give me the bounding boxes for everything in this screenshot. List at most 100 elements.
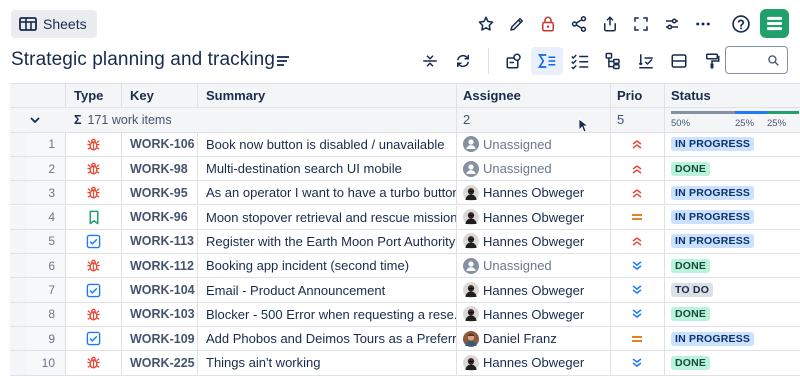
type-cell[interactable] [66, 181, 122, 206]
status-cell[interactable]: IN PROGRESS [665, 206, 800, 230]
summary-cell[interactable]: Email - Product Announcement [198, 278, 457, 303]
checklist-icon[interactable] [564, 47, 596, 75]
prio-cell[interactable] [611, 156, 665, 182]
key-cell[interactable]: WORK-106 [122, 132, 198, 157]
status-cell[interactable]: DONE [665, 303, 800, 327]
assignee-cell[interactable]: Hannes Obweger [457, 205, 611, 230]
issue-key-link[interactable]: WORK-96 [130, 210, 188, 224]
key-cell[interactable]: WORK-103 [122, 302, 198, 327]
type-cell[interactable] [66, 327, 122, 352]
table-row[interactable]: 8 WORK-103 Blocker - 500 Error when reques… [10, 302, 800, 327]
summary-cell[interactable]: Register with the Earth Moon Port Author… [198, 229, 457, 255]
fullscreen-icon[interactable] [625, 10, 656, 38]
summary-cell[interactable]: Booking app incident (second time) [198, 254, 457, 279]
row-gutter[interactable] [10, 181, 26, 206]
summary-cell[interactable]: Multi-destination search UI mobile [198, 156, 457, 182]
lock-icon[interactable] [532, 10, 563, 38]
hierarchy-icon[interactable] [597, 47, 629, 75]
summary-cell[interactable]: Add Phobos and Deimos Tours as a Preferr… [198, 327, 457, 352]
prio-cell[interactable] [611, 351, 665, 376]
assignee-cell[interactable]: Hannes Obweger [457, 229, 611, 255]
row-gutter[interactable] [10, 156, 26, 182]
summary-cell[interactable]: Moon stopover retrieval and rescue missi… [198, 205, 457, 230]
status-cell[interactable]: IN PROGRESS [665, 133, 800, 157]
key-cell[interactable]: WORK-95 [122, 181, 198, 206]
table-row[interactable]: 3 WORK-95 As an operator I want to have a … [10, 181, 800, 206]
assignee-cell[interactable]: Hannes Obweger [457, 181, 611, 206]
table-row[interactable]: 9 WORK-109 Add Phobos and Deimos Tours as … [10, 327, 800, 352]
pencil-icon[interactable] [501, 10, 532, 38]
prio-cell[interactable] [611, 302, 665, 327]
table-row[interactable]: 5 WORK-113 Register with the Earth Moon Po… [10, 229, 800, 255]
type-cell[interactable] [66, 278, 122, 303]
issue-key-link[interactable]: WORK-104 [130, 283, 195, 297]
key-cell[interactable]: WORK-109 [122, 327, 198, 352]
prio-cell[interactable] [611, 181, 665, 206]
table-row[interactable]: 6 WORK-112 Booking app incident (second ti… [10, 254, 800, 279]
prio-cell[interactable] [611, 132, 665, 157]
share-icon[interactable] [563, 10, 594, 38]
assignee-cell[interactable]: Hannes Obweger [457, 278, 611, 303]
format-painter-icon[interactable] [696, 47, 728, 75]
assignee-cell[interactable]: Hannes Obweger [457, 351, 611, 376]
help-icon[interactable] [725, 10, 756, 38]
sort-icon[interactable] [630, 47, 662, 75]
type-cell[interactable] [66, 205, 122, 230]
export-icon[interactable] [594, 10, 625, 38]
issue-key-link[interactable]: WORK-109 [130, 332, 195, 346]
type-cell[interactable] [66, 302, 122, 327]
prio-cell[interactable] [611, 254, 665, 279]
more-icon[interactable] [687, 10, 718, 38]
summary-cell[interactable]: As an operator I want to have a turbo bu… [198, 181, 457, 206]
summary-cell[interactable]: Things ain't working [198, 351, 457, 376]
table-row[interactable]: 1 WORK-106 Book now button is disabled / u… [10, 132, 800, 157]
table-row[interactable]: 2 WORK-98 Multi-destination search UI mobi… [10, 156, 800, 182]
type-cell[interactable] [66, 254, 122, 279]
assignee-cell[interactable]: Daniel Franz [457, 327, 611, 352]
type-cell[interactable] [66, 351, 122, 376]
column-header-status[interactable]: Status [665, 84, 800, 109]
collapse-toggle[interactable] [10, 108, 66, 133]
status-cell[interactable]: DONE [665, 157, 800, 182]
status-cell[interactable]: IN PROGRESS [665, 230, 800, 255]
status-cell[interactable]: DONE [665, 254, 800, 279]
summary-cell[interactable]: Book now button is disabled / unavailabl… [198, 132, 457, 157]
assignee-cell[interactable]: Unassigned [457, 254, 611, 279]
key-cell[interactable]: WORK-225 [122, 351, 198, 376]
key-cell[interactable]: WORK-113 [122, 229, 198, 255]
issue-key-link[interactable]: WORK-98 [130, 162, 188, 176]
prio-cell[interactable] [611, 278, 665, 303]
collapse-icon[interactable] [414, 47, 446, 75]
issue-view-icon[interactable] [498, 47, 530, 75]
status-cell[interactable]: TO DO [665, 278, 800, 303]
column-header-prio[interactable]: Prio [611, 84, 665, 109]
key-cell[interactable]: WORK-98 [122, 156, 198, 182]
row-gutter[interactable] [10, 351, 26, 376]
settings-sliders-icon[interactable] [656, 10, 687, 38]
column-header-type[interactable]: Type [66, 84, 122, 109]
prio-cell[interactable] [611, 327, 665, 352]
row-gutter[interactable] [10, 132, 26, 157]
issue-key-link[interactable]: WORK-225 [130, 356, 195, 370]
refresh-icon[interactable] [447, 47, 479, 75]
prio-cell[interactable] [611, 229, 665, 255]
sheets-button[interactable]: Sheets [11, 10, 97, 38]
title-menu-icon[interactable] [276, 54, 290, 72]
row-gutter[interactable] [10, 302, 26, 327]
status-cell[interactable]: DONE [665, 351, 800, 376]
table-row[interactable]: 7 WORK-104 Email - Product Announcement Han… [10, 278, 800, 303]
key-cell[interactable]: WORK-104 [122, 278, 198, 303]
row-gutter[interactable] [10, 205, 26, 230]
column-header-summary[interactable]: Summary [198, 84, 457, 109]
summary-cell[interactable]: Blocker - 500 Error when requesting a re… [198, 302, 457, 327]
issue-key-link[interactable]: WORK-95 [130, 186, 188, 200]
status-cell[interactable]: IN PROGRESS [665, 181, 800, 206]
issue-key-link[interactable]: WORK-103 [130, 307, 195, 321]
table-row[interactable]: 10 WORK-225 Things ain't working Hannes Obw… [10, 351, 800, 376]
issue-key-link[interactable]: WORK-112 [130, 259, 194, 273]
type-cell[interactable] [66, 229, 122, 255]
row-gutter[interactable] [10, 327, 26, 352]
search-input[interactable] [725, 46, 788, 74]
app-logo-icon[interactable] [760, 9, 789, 38]
column-header-key[interactable]: Key [122, 84, 198, 109]
